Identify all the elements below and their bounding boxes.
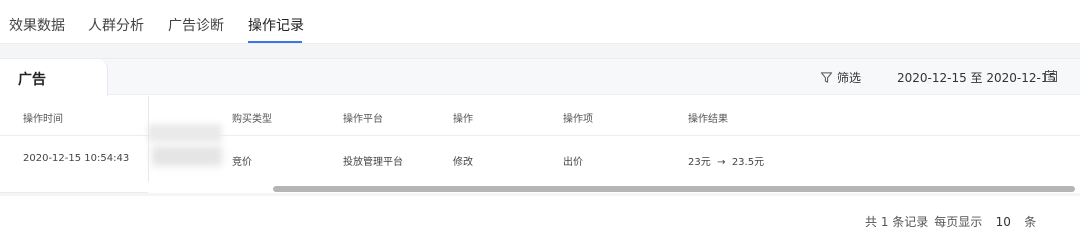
column-header-platform: 操作平台 [343, 114, 383, 125]
column-header-item: 操作项 [563, 114, 593, 125]
fixed-column-divider [148, 96, 149, 182]
tab-ad-diagnosis[interactable]: 广告诊断 [168, 15, 224, 35]
cell-platform: 投放管理平台 [343, 157, 403, 168]
tab-audience-analysis[interactable]: 人群分析 [88, 15, 144, 35]
cell-item: 出价 [563, 157, 583, 168]
tab-effect-data[interactable]: 效果数据 [9, 15, 65, 35]
panel-tab-ads[interactable]: 广告 [0, 59, 108, 96]
column-header-result: 操作结果 [688, 114, 728, 125]
column-header-buy-type: 购买类型 [232, 114, 272, 125]
filter-icon [820, 72, 833, 83]
cell-buy-type: 竞价 [232, 157, 252, 168]
per-page-label: 每页显示 [934, 215, 983, 229]
panel-tab-label: 广告 [18, 72, 46, 88]
cell-time: 2020-12-15 10:54:43 [23, 153, 130, 164]
cell-result: 23元 → 23.5元 [688, 157, 765, 168]
calendar-icon[interactable] [1044, 69, 1058, 83]
filter-label: 筛选 [837, 71, 862, 85]
total-count: 共 1 条记录 [865, 215, 929, 229]
date-range-picker[interactable]: 2020-12-15 至 2020-12-15 [897, 69, 1056, 86]
active-tab-indicator [248, 41, 302, 43]
page-size-select[interactable]: 10 [988, 215, 1018, 229]
top-tab-bar: 效果数据 人群分析 广告诊断 操作记录 [0, 0, 1080, 44]
operation-log-panel: 广告 筛选 2020-12-15 至 2020-12-15 操作时间 购买类型 … [0, 58, 1080, 193]
horizontal-scrollbar-thumb[interactable] [273, 186, 1075, 192]
tab-operation-log[interactable]: 操作记录 [248, 15, 304, 35]
pagination: 共 1 条记录 每页显示 10 条 [865, 213, 1036, 230]
filter-button[interactable]: 筛选 [820, 69, 861, 86]
cell-action: 修改 [453, 157, 473, 168]
operation-log-table: 操作时间 购买类型 操作平台 操作 操作项 操作结果 2020-12-15 10… [0, 96, 1080, 186]
column-header-action: 操作 [453, 114, 473, 125]
panel-header: 广告 筛选 2020-12-15 至 2020-12-15 [0, 59, 1080, 96]
per-page-unit: 条 [1024, 215, 1037, 229]
blurred-cell [148, 96, 228, 182]
column-header-time: 操作时间 [23, 114, 63, 125]
